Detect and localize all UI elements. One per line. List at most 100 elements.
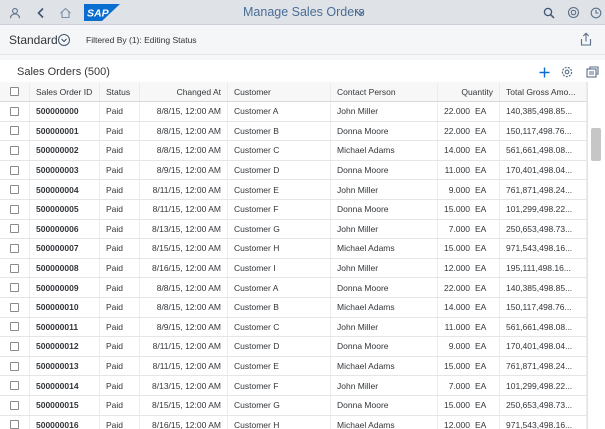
table-row[interactable]: 500000012 Paid 8/11/15, 12:00 AM Customer D… (0, 337, 587, 357)
share-icon[interactable] (579, 32, 593, 47)
product-switch-icon[interactable] (587, 4, 604, 21)
app-title[interactable]: Manage Sales Orders (243, 5, 365, 19)
row-checkbox[interactable] (10, 381, 19, 391)
column-header-quantity[interactable]: Quantity (438, 82, 500, 101)
table-row[interactable]: 500000010 Paid 8/8/15, 12:00 AM Customer BM… (0, 298, 587, 318)
user-icon[interactable] (6, 4, 23, 21)
column-header-customer[interactable]: Customer (228, 82, 331, 101)
row-checkbox[interactable] (10, 165, 19, 175)
quantity-cell: 12.000 EA (438, 415, 500, 429)
row-select-cell[interactable] (0, 415, 30, 429)
chevron-down-icon[interactable] (354, 7, 366, 19)
table-row[interactable]: 500000000 Paid 8/8/15, 12:00 AM Customer AJ… (0, 102, 587, 122)
table-row[interactable]: 500000014 Paid 8/13/15, 12:00 AM Customer F… (0, 376, 587, 396)
notifications-icon[interactable] (565, 4, 582, 21)
table-row[interactable]: 500000001 Paid 8/8/15, 12:00 AM Customer BD… (0, 121, 587, 142)
customer-cell: Customer F (228, 376, 331, 395)
row-checkbox[interactable] (10, 106, 19, 116)
add-icon[interactable] (536, 64, 552, 80)
row-select-cell[interactable] (0, 200, 30, 219)
total-gross-amount-cell: 250,653,498.73... (500, 396, 587, 415)
row-checkbox[interactable] (10, 185, 19, 195)
row-select-cell[interactable] (0, 160, 30, 180)
customer-cell: Customer D (228, 160, 331, 180)
settings-icon[interactable] (559, 64, 575, 80)
changed-at-cell: 8/11/15, 12:00 AM (140, 180, 228, 199)
changed-at-cell: 8/11/15, 12:00 AM (140, 200, 228, 219)
back-icon[interactable] (32, 4, 49, 21)
row-checkbox[interactable] (10, 224, 19, 234)
scrollbar-thumb[interactable] (591, 128, 601, 161)
customer-cell: Customer G (228, 219, 331, 239)
row-select-cell[interactable] (0, 258, 30, 278)
column-header-total-gross-amount[interactable]: Total Gross Amo... (500, 82, 587, 101)
column-header-contact-person[interactable]: Contact Person (331, 82, 438, 101)
select-all-cell[interactable] (0, 82, 30, 101)
row-checkbox[interactable] (10, 302, 19, 312)
row-checkbox[interactable] (10, 400, 19, 410)
row-checkbox[interactable] (10, 204, 19, 214)
table-row[interactable]: 500000002 Paid 8/8/15, 12:00 AM Customer CM… (0, 141, 587, 161)
row-select-cell[interactable] (0, 298, 30, 317)
row-checkbox[interactable] (10, 341, 19, 351)
customer-cell: Customer C (228, 141, 331, 160)
row-checkbox[interactable] (10, 263, 19, 273)
table-row[interactable]: 500000007 Paid 8/15/15, 12:00 AM Customer H… (0, 239, 587, 259)
table-row[interactable]: 500000013 Paid 8/11/15, 12:00 AM Customer E… (0, 356, 587, 377)
quantity-cell: 14.000 EA (438, 298, 500, 317)
row-select-cell[interactable] (0, 121, 30, 141)
row-checkbox[interactable] (10, 420, 19, 429)
table-row[interactable]: 500000011 Paid 8/9/15, 12:00 AM Customer CJ… (0, 317, 587, 338)
variant-chevron-down-icon[interactable] (57, 33, 71, 47)
table-row[interactable]: 500000008 Paid 8/16/15, 12:00 AM Customer I… (0, 258, 587, 279)
row-checkbox[interactable] (10, 283, 19, 293)
vertical-scrollbar[interactable] (587, 82, 605, 429)
total-gross-amount-cell: 761,871,498.24... (500, 180, 587, 199)
quantity-value: 12.000 (444, 419, 470, 429)
customer-cell: Customer G (228, 396, 331, 415)
quantity-cell: 9.000 EA (438, 180, 500, 199)
home-icon[interactable] (57, 4, 74, 21)
row-select-cell[interactable] (0, 102, 30, 121)
column-header-status[interactable]: Status (100, 82, 140, 101)
row-select-cell[interactable] (0, 278, 30, 297)
sales-order-id-cell: 500000002 (30, 141, 100, 160)
status-cell: Paid (100, 200, 140, 219)
row-checkbox[interactable] (10, 243, 19, 253)
row-select-cell[interactable] (0, 317, 30, 337)
table-row[interactable]: 500000006 Paid 8/13/15, 12:00 AM Customer G… (0, 219, 587, 240)
select-all-checkbox[interactable] (10, 87, 19, 96)
table-row[interactable]: 500000009 Paid 8/8/15, 12:00 AM Customer AD… (0, 278, 587, 298)
table-row[interactable]: 500000015 Paid 8/15/15, 12:00 AM Customer G… (0, 396, 587, 416)
row-select-cell[interactable] (0, 396, 30, 415)
status-cell: Paid (100, 258, 140, 278)
variant-name[interactable]: Standard (9, 33, 58, 47)
table-row[interactable]: 500000016 Paid 8/16/15, 12:00 AM Customer H… (0, 415, 587, 429)
status-cell: Paid (100, 337, 140, 356)
quantity-value: 9.000 (448, 341, 470, 352)
sales-order-id-cell: 500000011 (30, 317, 100, 337)
row-select-cell[interactable] (0, 180, 30, 199)
contact-person-cell: John Miller (331, 219, 438, 239)
row-select-cell[interactable] (0, 141, 30, 160)
table-row[interactable]: 500000003 Paid 8/9/15, 12:00 AM Customer DD… (0, 160, 587, 181)
column-header-sales-order-id[interactable]: Sales Order ID (30, 82, 100, 101)
quantity-unit: EA (475, 419, 487, 429)
column-header-changed-at[interactable]: Changed At (140, 82, 228, 101)
customer-cell: Customer E (228, 356, 331, 376)
status-cell: Paid (100, 102, 140, 121)
row-checkbox[interactable] (10, 145, 19, 155)
row-select-cell[interactable] (0, 219, 30, 239)
row-select-cell[interactable] (0, 376, 30, 395)
table-row[interactable]: 500000005 Paid 8/11/15, 12:00 AM Customer F… (0, 200, 587, 220)
export-icon[interactable] (584, 64, 600, 80)
row-select-cell[interactable] (0, 356, 30, 376)
search-icon[interactable] (540, 4, 557, 21)
row-checkbox[interactable] (10, 322, 19, 332)
row-select-cell[interactable] (0, 337, 30, 356)
table-row[interactable]: 500000004 Paid 8/11/15, 12:00 AM Customer E… (0, 180, 587, 200)
row-checkbox[interactable] (10, 126, 19, 136)
row-select-cell[interactable] (0, 239, 30, 258)
row-checkbox[interactable] (10, 361, 19, 371)
quantity-unit: EA (475, 125, 487, 136)
